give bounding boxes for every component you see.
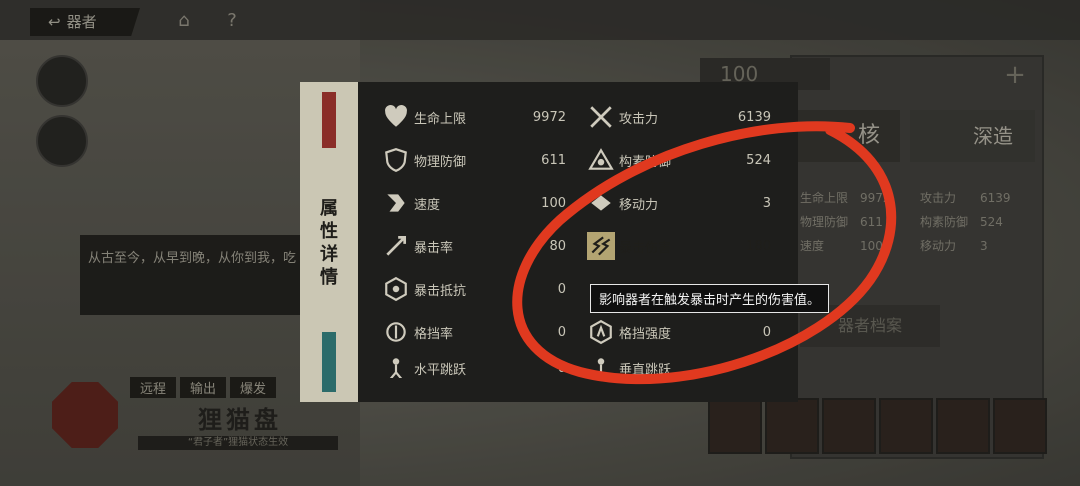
heart-icon: [382, 103, 410, 131]
stat-value: 180: [746, 238, 771, 254]
shield-icon: [382, 146, 410, 174]
move-icon: [587, 189, 615, 217]
stat-value: 0: [762, 324, 771, 340]
stat-element-def[interactable]: 构素防御 524: [587, 145, 777, 175]
stat-value: 9972: [532, 109, 566, 125]
stat-crit-damage[interactable]: 暴击伤害 180: [587, 231, 777, 261]
stat-attack[interactable]: 攻击力 6139: [587, 102, 777, 132]
title-char: 属: [320, 198, 338, 219]
stat-label: 生命上限: [414, 111, 467, 127]
stat-value: 100: [541, 195, 566, 211]
stat-value: 0: [557, 281, 566, 297]
vertical-jump-icon: [587, 358, 615, 378]
crit-damage-icon: [587, 232, 615, 260]
stat-crit-resist[interactable]: 暴击抵抗 0: [382, 274, 572, 304]
stat-hp[interactable]: 生命上限 9972: [382, 102, 572, 132]
stat-crit-rate[interactable]: 暴击率 80: [382, 231, 572, 261]
stat-value: 611: [541, 152, 566, 168]
stat-value: 6139: [737, 109, 771, 125]
stat-value: 0: [557, 360, 566, 376]
stat-v-jump[interactable]: 垂直跳跃: [587, 358, 777, 378]
crit-resist-icon: [382, 275, 410, 303]
stat-tooltip: 影响器者在触发暴击时产生的伤害值。: [590, 284, 830, 313]
tab-decoration-bottom: [322, 332, 336, 392]
stat-value: 524: [746, 152, 771, 168]
stat-value: 0: [557, 324, 566, 340]
title-char: 性: [320, 221, 338, 242]
stat-value: 80: [549, 238, 566, 254]
stat-speed[interactable]: 速度 100: [382, 188, 572, 218]
stat-label: 暴击抵抗: [414, 283, 467, 299]
stat-value: 3: [762, 195, 771, 211]
stat-label: 移动力: [619, 197, 659, 213]
stat-label: 物理防御: [414, 154, 467, 170]
stat-block-rate[interactable]: 格挡率 0: [382, 317, 572, 347]
title-char: 详: [320, 244, 338, 265]
panel-title: 属 性 详 情: [300, 197, 358, 289]
speed-icon: [382, 189, 410, 217]
stat-label: 格挡强度: [619, 326, 672, 342]
stat-h-jump[interactable]: 水平跳跃 0: [382, 358, 572, 378]
stat-move[interactable]: 移动力 3: [587, 188, 777, 218]
swords-icon: [587, 103, 615, 131]
crit-rate-icon: [382, 232, 410, 260]
stat-label: 构素防御: [619, 154, 672, 170]
tab-decoration-top: [322, 92, 336, 148]
title-char: 情: [320, 267, 338, 288]
panel-tab: 属 性 详 情: [300, 82, 358, 402]
stat-label: 速度: [414, 197, 441, 213]
stat-label: 暴击伤害: [619, 240, 672, 256]
block-rate-icon: [382, 318, 410, 346]
stat-label: 暴击率: [414, 240, 454, 256]
attribute-panel: 属 性 详 情 生命上限 9972 物理防御 611 速度 100 暴击率 80…: [300, 82, 798, 402]
stat-label: 格挡率: [414, 326, 454, 342]
block-strength-icon: [587, 318, 615, 346]
stat-label: 垂直跳跃: [619, 362, 672, 378]
jump-icon: [382, 358, 410, 378]
stat-block-strength[interactable]: 格挡强度 0: [587, 317, 777, 347]
stat-phys-def[interactable]: 物理防御 611: [382, 145, 572, 175]
stat-label: 攻击力: [619, 111, 659, 127]
panel-body: 生命上限 9972 物理防御 611 速度 100 暴击率 80 暴击抵抗 0: [358, 82, 798, 402]
element-shield-icon: [587, 146, 615, 174]
stat-label: 水平跳跃: [414, 362, 467, 378]
